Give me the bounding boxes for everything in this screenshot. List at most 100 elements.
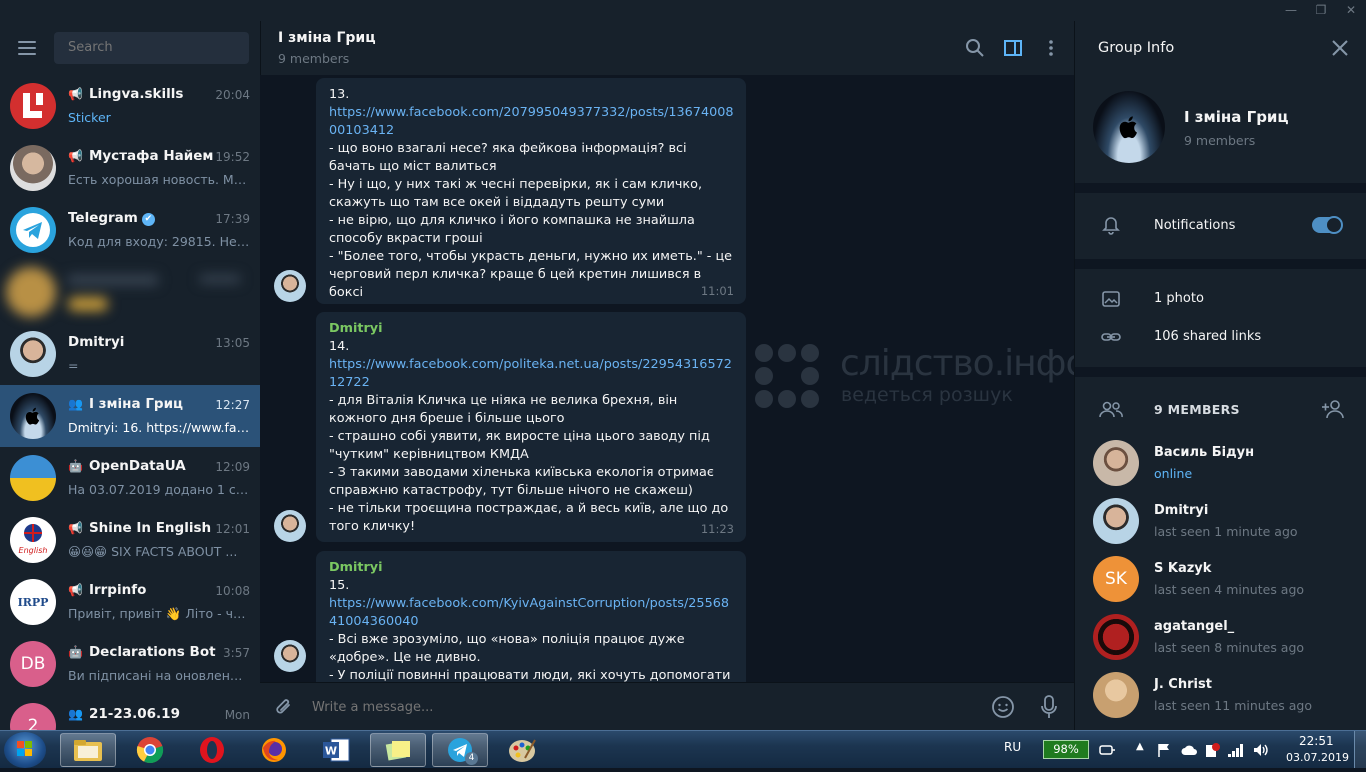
start-button[interactable] (4, 732, 46, 768)
taskbar-opera[interactable] (184, 733, 240, 767)
chat-preview: На 03.07.2019 додано 1 судо... (68, 482, 250, 497)
svg-text:W: W (325, 745, 337, 758)
member-name: S Kazyk (1154, 561, 1212, 576)
member-j-christ[interactable]: J. Christ last seen 11 minutes ago (1075, 672, 1366, 730)
group-info-header: Group Info І зміна Гриц 9 members (1075, 21, 1366, 183)
close-icon[interactable] (1331, 39, 1349, 57)
taskbar-chrome[interactable] (122, 733, 178, 767)
chat-name: 🤖 OpenDataUA (68, 458, 186, 474)
member-agatangel[interactable]: agatangel_ last seen 8 minutes ago (1075, 614, 1366, 672)
message-area[interactable]: 13. https://www.facebook.com/20799504937… (260, 75, 1074, 682)
message-link[interactable]: https://www.facebook.com/207995049377332… (329, 104, 734, 140)
avatar (10, 145, 56, 191)
power-plug-icon[interactable] (1098, 742, 1116, 758)
taskbar-telegram[interactable]: 4 (432, 733, 488, 767)
message-bubble[interactable]: 13. https://www.facebook.com/20799504937… (316, 78, 746, 304)
message-time: 11:01 (700, 284, 734, 298)
group-info-panel: Group Info І зміна Гриц 9 members Notifi… (1074, 21, 1366, 730)
menu-icon[interactable] (18, 41, 36, 55)
chat-name: 👥 І зміна Гриц (68, 396, 184, 412)
language-indicator[interactable]: RU (1004, 740, 1021, 754)
group-avatar[interactable] (1093, 91, 1165, 163)
avatar: SK (1093, 556, 1139, 602)
megaphone-icon: 📢 (68, 149, 83, 163)
taskbar-explorer[interactable] (60, 733, 116, 767)
taskbar-paint[interactable] (494, 733, 550, 767)
show-hidden-icons-icon[interactable]: ▲ (1136, 741, 1144, 752)
chat-time: 3:57 (223, 646, 250, 660)
chat-item-irrpinfo[interactable]: IRPP 📢 Irrpinfo 10:08 Привіт, привіт 👋 Лі… (0, 571, 260, 633)
clock-date[interactable]: 03.07.2019 (1286, 751, 1349, 764)
maximize-button[interactable]: ❐ (1306, 0, 1336, 21)
shared-links-link[interactable]: 106 shared links (1154, 329, 1261, 344)
avatar (10, 455, 56, 501)
member-name: agatangel_ (1154, 619, 1235, 634)
battery-indicator[interactable]: 98% (1043, 740, 1089, 759)
group-name: І зміна Гриц (1184, 108, 1289, 126)
chat-item-blurred[interactable] (0, 261, 260, 323)
chat-item-i-zmina-hryts[interactable]: 👥 І зміна Гриц 12:27 Dmitryi: 16. https:/… (0, 385, 260, 447)
avatar (1093, 498, 1139, 544)
bell-icon (1102, 217, 1120, 235)
message-input[interactable] (312, 695, 972, 719)
message-text: 13. (329, 87, 350, 102)
member-name: Василь Бідун (1154, 445, 1255, 460)
attach-icon[interactable] (274, 696, 294, 718)
member-status: last seen 8 minutes ago (1154, 640, 1305, 655)
message-time: 11:23 (700, 522, 734, 536)
sender-avatar[interactable] (274, 510, 306, 542)
message-link[interactable]: https://www.facebook.com/politeka.net.ua… (329, 356, 734, 392)
megaphone-icon: 📢 (68, 583, 83, 597)
member-s-kazyk[interactable]: SK S Kazyk last seen 4 minutes ago (1075, 556, 1366, 614)
chat-preview: Привіт, привіт 👋 Літо - ча... (68, 606, 250, 621)
microphone-icon[interactable] (1039, 694, 1059, 720)
cloud-icon[interactable] (1180, 742, 1198, 758)
message-sender[interactable]: Dmitryi (329, 559, 734, 577)
member-vasyl[interactable]: Василь Бідун online (1075, 440, 1366, 498)
sender-avatar[interactable] (274, 270, 306, 302)
clock-time[interactable]: 22:51 (1299, 734, 1334, 748)
chat-item-21-23-06-19[interactable]: 2 👥 21-23.06.19 Mon (0, 695, 260, 730)
member-name: Dmitryi (1154, 503, 1209, 518)
taskbar-sticky-notes[interactable] (370, 733, 426, 767)
taskbar-firefox[interactable] (246, 733, 302, 767)
message-sender[interactable]: Dmitryi (329, 320, 734, 338)
member-status: online (1154, 466, 1193, 481)
member-dmitryi[interactable]: Dmitryi last seen 1 minute ago (1075, 498, 1366, 556)
show-desktop-button[interactable] (1354, 731, 1366, 768)
signal-strength-icon[interactable] (1227, 742, 1245, 758)
chat-item-declarations-bot[interactable]: DB 🤖 Declarations Bot 3:57 Ви підписані н… (0, 633, 260, 695)
more-vertical-icon[interactable] (1041, 38, 1061, 58)
chat-item-dmitryi[interactable]: Dmitryi 13:05 = (0, 323, 260, 385)
minimize-button[interactable]: — (1276, 0, 1306, 21)
message-text: - для Віталія Кличка це ніяка не велика … (329, 393, 729, 534)
conversation-title[interactable]: І зміна Гриц (278, 30, 376, 46)
sidebar-toggle-icon[interactable] (1003, 38, 1023, 58)
blurred-content (0, 261, 260, 323)
photos-link[interactable]: 1 photo (1154, 291, 1204, 306)
volume-icon[interactable] (1252, 742, 1270, 758)
chat-item-opendataua[interactable]: 🤖 OpenDataUA 12:09 На 03.07.2019 додано 1… (0, 447, 260, 509)
search-input[interactable] (54, 32, 249, 64)
watermark-title: слідство.інфо (840, 343, 1074, 384)
message-link[interactable]: https://www.facebook.com/KyivAgainstCorr… (329, 595, 734, 631)
megaphone-icon: 📢 (68, 521, 83, 535)
chat-item-telegram[interactable]: Telegram ✔ 17:39 Код для входу: 29815. Не… (0, 199, 260, 261)
chat-item-mustafa[interactable]: 📢 Мустафа Найем 19:52 Есть хорошая новост… (0, 137, 260, 199)
chat-item-lingva-skills[interactable]: 📢 Lingva.skills 20:04 Sticker (0, 75, 260, 137)
emoji-icon[interactable] (991, 695, 1015, 719)
message-text: 15. (329, 578, 350, 593)
add-member-icon[interactable] (1321, 398, 1345, 420)
close-window-button[interactable]: ✕ (1336, 0, 1366, 21)
notifications-toggle[interactable] (1312, 216, 1343, 234)
message-bubble[interactable]: Dmitryi 15. https://www.facebook.com/Kyi… (316, 551, 746, 682)
telegram-window: — ❐ ✕ 📢Lingva.skills 20:04 Sticker (0, 0, 1366, 730)
taskbar-word[interactable]: W (308, 733, 364, 767)
chat-preview: 😀😃😁 SIX FACTS ABOUT ... (68, 544, 238, 559)
search-icon[interactable] (965, 38, 985, 58)
chat-item-shine-in-english[interactable]: English 📢 Shine In English 12:01 😀😃😁 SIX … (0, 509, 260, 571)
message-bubble[interactable]: Dmitryi 14. https://www.facebook.com/pol… (316, 312, 746, 542)
action-center-flag-icon[interactable] (1156, 742, 1172, 758)
security-alert-icon[interactable] (1204, 742, 1220, 758)
sender-avatar[interactable] (274, 640, 306, 672)
